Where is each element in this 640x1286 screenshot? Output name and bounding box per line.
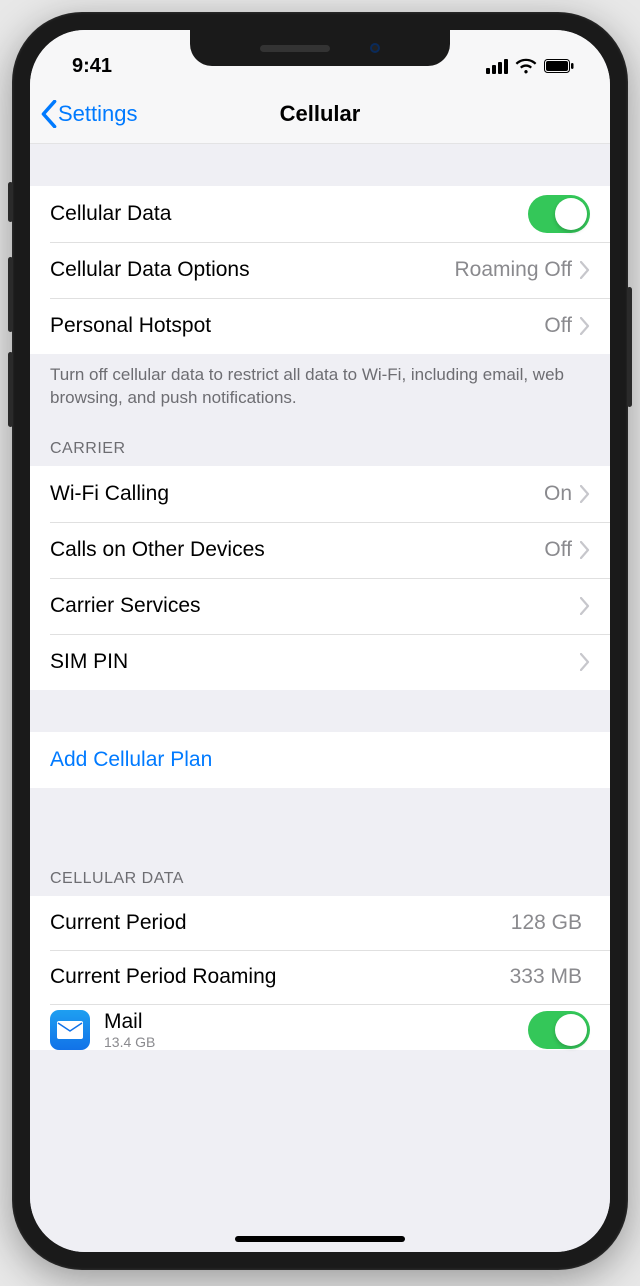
row-calls-other-devices[interactable]: Calls on Other Devices Off	[30, 522, 610, 578]
group-cellular: Cellular Data Cellular Data Options Roam…	[30, 186, 610, 354]
cellular-footer-text: Turn off cellular data to restrict all d…	[30, 354, 610, 418]
hotspot-label: Personal Hotspot	[50, 314, 544, 338]
page-title: Cellular	[280, 101, 361, 127]
row-add-cellular-plan[interactable]: Add Cellular Plan	[30, 732, 610, 788]
mail-usage: 13.4 GB	[104, 1034, 528, 1050]
status-icons	[486, 58, 580, 74]
group-usage: Current Period 128 GB Current Period Roa…	[30, 896, 610, 1050]
phone-frame: 9:41 Settings Cellular	[12, 12, 628, 1270]
power-button	[627, 287, 632, 407]
cellular-signal-icon	[486, 59, 508, 74]
row-carrier-services[interactable]: Carrier Services	[30, 578, 610, 634]
row-wifi-calling[interactable]: Wi-Fi Calling On	[30, 466, 610, 522]
row-current-period-roaming: Current Period Roaming 333 MB	[30, 950, 610, 1004]
carrier-services-label: Carrier Services	[50, 594, 580, 618]
mail-toggle[interactable]	[528, 1011, 590, 1049]
cellular-data-toggle[interactable]	[528, 195, 590, 233]
row-cellular-data[interactable]: Cellular Data	[30, 186, 610, 242]
screen: 9:41 Settings Cellular	[30, 30, 610, 1252]
app-text: Mail 13.4 GB	[104, 1010, 528, 1050]
wifi-calling-value: On	[544, 482, 572, 506]
cellular-data-label: Cellular Data	[50, 202, 528, 226]
back-label: Settings	[58, 101, 138, 127]
section-header-carrier: CARRIER	[30, 418, 610, 466]
hotspot-value: Off	[544, 314, 572, 338]
chevron-right-icon	[580, 653, 590, 671]
speaker-grill	[260, 45, 330, 52]
other-devices-value: Off	[544, 538, 572, 562]
roaming-value: 333 MB	[510, 965, 582, 989]
chevron-right-icon	[580, 261, 590, 279]
mail-app-icon	[50, 1010, 90, 1050]
settings-content[interactable]: Cellular Data Cellular Data Options Roam…	[30, 144, 610, 1252]
data-options-value: Roaming Off	[455, 258, 573, 282]
section-header-usage: CELLULAR DATA	[30, 848, 610, 896]
other-devices-label: Calls on Other Devices	[50, 538, 544, 562]
row-current-period: Current Period 128 GB	[30, 896, 610, 950]
wifi-calling-label: Wi-Fi Calling	[50, 482, 544, 506]
chevron-left-icon	[40, 100, 58, 128]
back-button[interactable]: Settings	[40, 100, 138, 128]
envelope-icon	[57, 1021, 83, 1039]
mail-label: Mail	[104, 1010, 528, 1034]
notch	[190, 30, 450, 66]
battery-icon	[544, 59, 574, 73]
roaming-label: Current Period Roaming	[50, 965, 510, 989]
current-period-label: Current Period	[50, 911, 511, 935]
home-indicator[interactable]	[235, 1236, 405, 1242]
data-options-label: Cellular Data Options	[50, 258, 455, 282]
add-plan-label: Add Cellular Plan	[50, 748, 590, 772]
row-cellular-data-options[interactable]: Cellular Data Options Roaming Off	[30, 242, 610, 298]
mute-switch	[8, 182, 13, 222]
spacer	[30, 144, 610, 186]
volume-down-button	[8, 352, 13, 427]
chevron-right-icon	[580, 317, 590, 335]
chevron-right-icon	[580, 597, 590, 615]
row-app-mail[interactable]: Mail 13.4 GB	[30, 1004, 610, 1050]
group-carrier: Wi-Fi Calling On Calls on Other Devices …	[30, 466, 610, 690]
row-personal-hotspot[interactable]: Personal Hotspot Off	[30, 298, 610, 354]
spacer	[30, 788, 610, 848]
volume-up-button	[8, 257, 13, 332]
front-camera	[370, 43, 380, 53]
chevron-right-icon	[580, 541, 590, 559]
chevron-right-icon	[580, 485, 590, 503]
status-time: 9:41	[72, 55, 112, 78]
row-sim-pin[interactable]: SIM PIN	[30, 634, 610, 690]
nav-bar: Settings Cellular	[30, 84, 610, 144]
wifi-icon	[515, 58, 537, 74]
current-period-value: 128 GB	[511, 911, 582, 935]
sim-pin-label: SIM PIN	[50, 650, 580, 674]
spacer	[30, 690, 610, 732]
group-add-plan: Add Cellular Plan	[30, 732, 610, 788]
